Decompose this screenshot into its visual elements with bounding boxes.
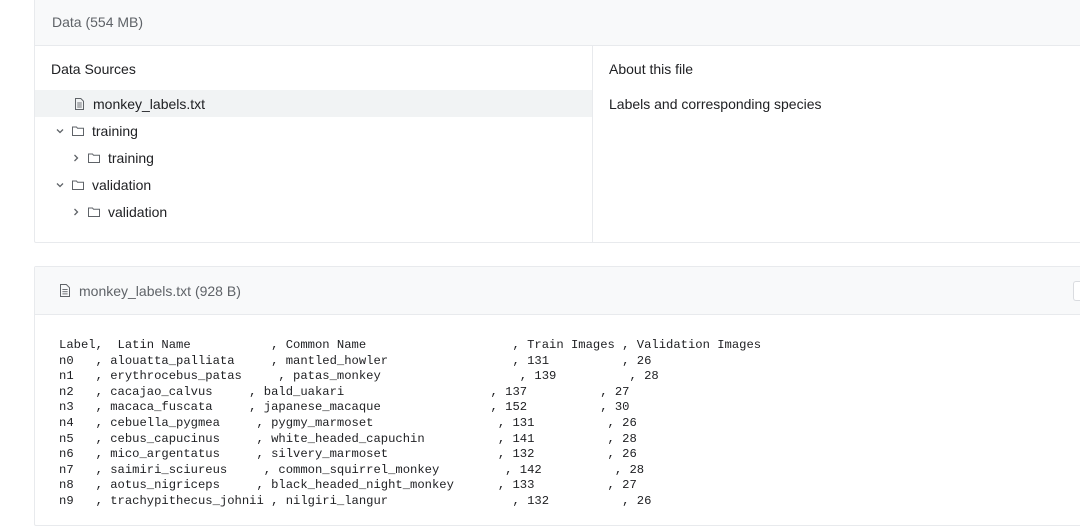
folder-icon xyxy=(72,125,84,137)
about-file-description: Labels and corresponding species xyxy=(609,96,822,112)
data-panel: Data (554 MB) Data Sources monkey_labels… xyxy=(34,0,1080,243)
data-panel-body: Data Sources monkey_labels.txt training … xyxy=(35,46,1080,243)
tree-item-validation-subfolder[interactable]: validation xyxy=(35,198,592,225)
file-content: Label, Latin Name , Common Name , Train … xyxy=(59,338,761,510)
tree-item-label: validation xyxy=(92,176,152,193)
tree-item-label: training xyxy=(108,149,154,166)
file-content-line: n7 , saimiri_sciureus , common_squirrel_… xyxy=(59,462,645,477)
data-panel-title: Data (554 MB) xyxy=(52,14,144,30)
tree-item-monkey-labels[interactable]: monkey_labels.txt xyxy=(35,90,592,117)
file-preview-title: monkey_labels.txt (928 B) xyxy=(79,282,241,299)
file-content-line: n6 , mico_argentatus , silvery_marmoset … xyxy=(59,447,637,462)
about-file-title: About this file xyxy=(609,61,694,77)
file-content-line: n4 , cebuella_pygmea , pygmy_marmoset , … xyxy=(59,415,637,430)
chevron-right-icon[interactable] xyxy=(70,152,82,164)
file-preview-panel: monkey_labels.txt (928 B) Label, Latin N… xyxy=(34,266,1080,526)
tree-item-label: monkey_labels.txt xyxy=(93,95,206,112)
folder-icon xyxy=(88,152,100,164)
file-content-line: n9 , trachypithecus_johnii , nilgiri_lan… xyxy=(59,493,652,508)
file-text-icon xyxy=(59,284,71,297)
folder-icon xyxy=(72,179,84,191)
file-content-line: n3 , macaca_fuscata , japanese_macaque ,… xyxy=(59,400,630,415)
tree-item-training-subfolder[interactable]: training xyxy=(35,144,592,171)
file-content-header-line: Label, Latin Name , Common Name , Train … xyxy=(59,338,762,352)
file-preview-header: monkey_labels.txt (928 B) xyxy=(35,267,1080,315)
data-sources-title: Data Sources xyxy=(51,61,136,77)
about-file-column: About this file Labels and corresponding… xyxy=(593,46,1080,243)
chevron-right-icon[interactable] xyxy=(70,206,82,218)
file-tree: monkey_labels.txt training training vali… xyxy=(35,90,592,225)
file-content-line: n8 , aotus_nigriceps , black_headed_nigh… xyxy=(59,478,637,493)
collapse-handle[interactable] xyxy=(1073,281,1080,301)
file-content-line: n2 , cacajao_calvus , bald_uakari , 137 … xyxy=(59,384,630,399)
file-content-line: n0 , alouatta_palliata , mantled_howler … xyxy=(59,353,652,368)
file-content-line: n5 , cebus_capucinus , white_headed_capu… xyxy=(59,431,637,446)
data-panel-header: Data (554 MB) xyxy=(35,0,1080,46)
tree-item-label: validation xyxy=(108,203,168,220)
chevron-down-icon[interactable] xyxy=(54,125,66,137)
data-sources-column: Data Sources monkey_labels.txt training … xyxy=(35,46,593,243)
chevron-down-icon[interactable] xyxy=(54,179,66,191)
folder-icon xyxy=(88,206,100,218)
tree-item-training-folder[interactable]: training xyxy=(35,117,592,144)
file-text-icon xyxy=(73,97,85,110)
tree-item-validation-folder[interactable]: validation xyxy=(35,171,592,198)
tree-item-label: training xyxy=(92,122,138,139)
file-content-line: n1 , erythrocebus_patas , patas_monkey ,… xyxy=(59,369,659,384)
